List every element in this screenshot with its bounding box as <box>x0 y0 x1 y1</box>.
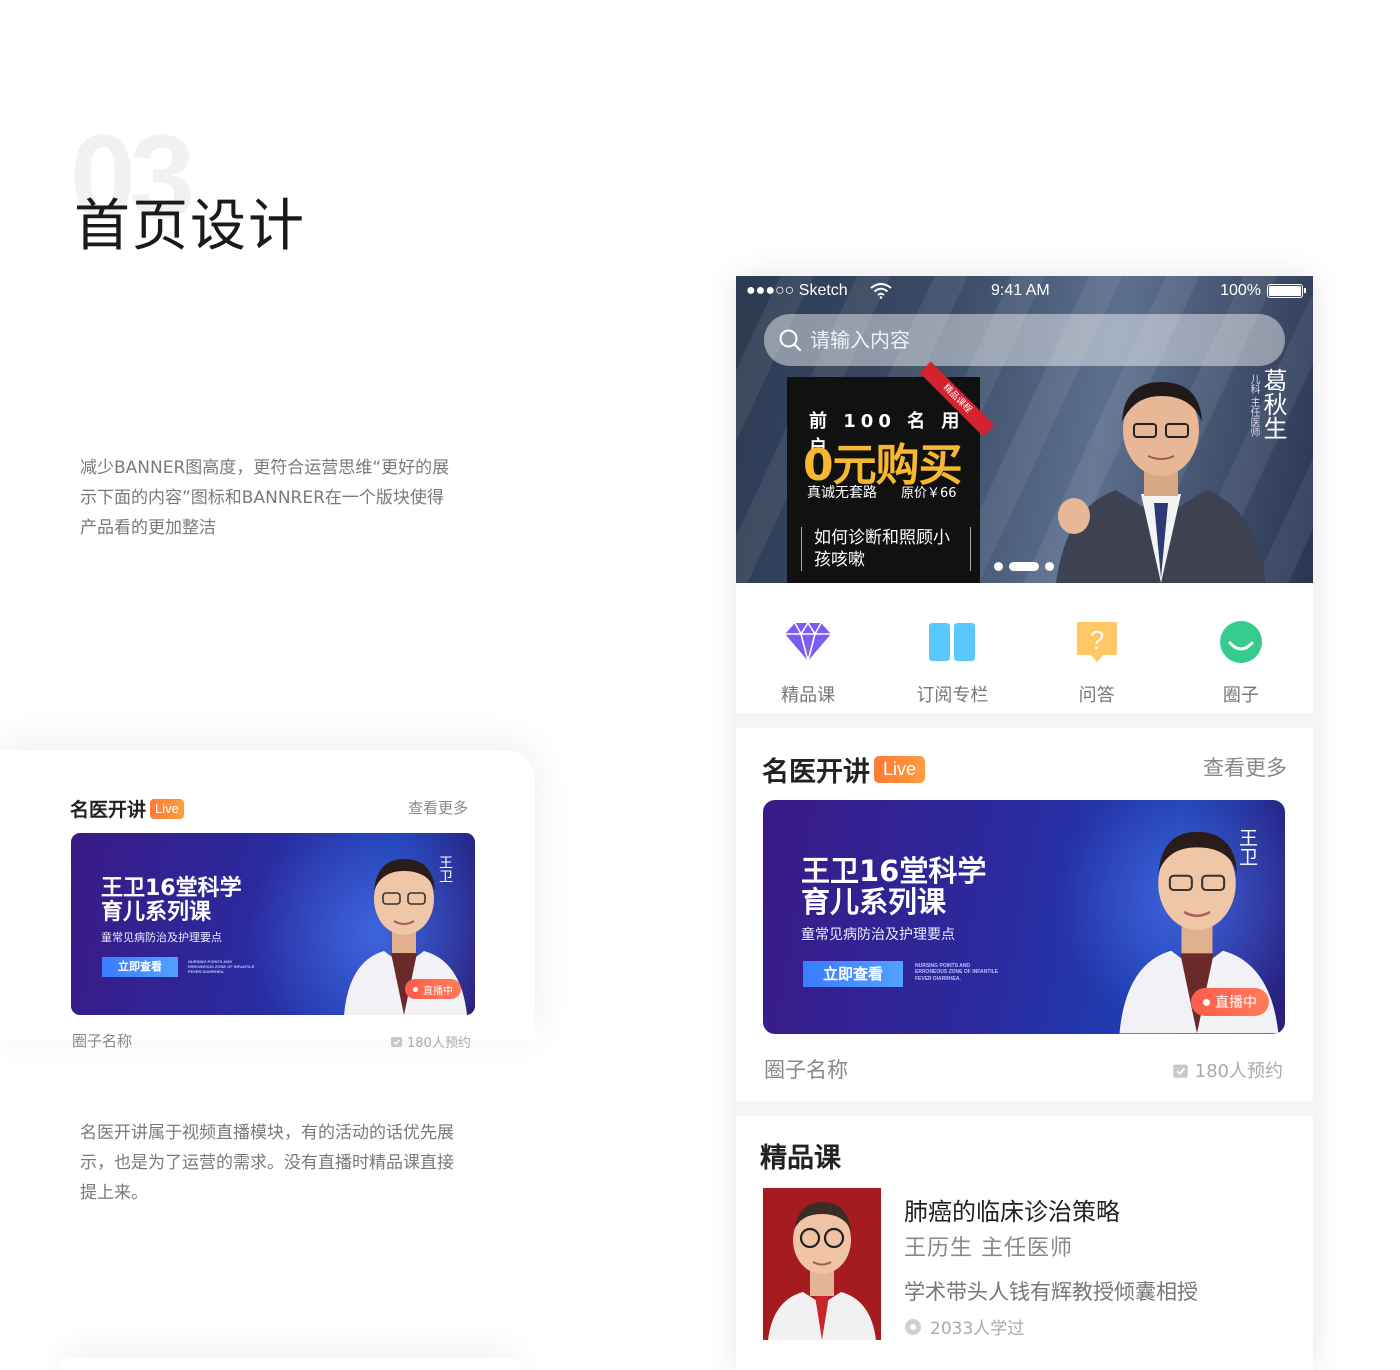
live-badge: 直播中 <box>1191 988 1269 1016</box>
hero-doctor-name: 葛秋生 <box>1259 368 1287 440</box>
entry-circle[interactable]: 圈子 <box>1169 583 1313 713</box>
banner-title-1: 王卫16堂科学 <box>801 854 987 888</box>
promo-original-price: 原价￥66 <box>901 486 957 501</box>
hero-doctor-portrait <box>1056 382 1266 583</box>
course-section-title: 精品课 <box>760 1143 841 1174</box>
svg-text:?: ? <box>1089 625 1103 655</box>
learner-label: 2033人学过 <box>930 1319 1025 1339</box>
reservation-label: 180人预约 <box>407 1036 471 1051</box>
promo-no-tricks: 真诚无套路 <box>807 485 877 501</box>
entry-label: 问答 <box>1078 685 1115 706</box>
course-lecturer: 王历生 主任医师 <box>904 1236 1073 1261</box>
calendar-icon <box>391 1037 402 1047</box>
live-dot-icon <box>1203 998 1210 1006</box>
entry-label: 订阅专栏 <box>916 685 989 706</box>
search-input[interactable] <box>810 328 1270 352</box>
live-section-header: 名医开讲 Live <box>762 750 926 789</box>
page: 03 首页设计 减少BANNER图高度，更符合运营思维“更好的展示下面的内容”图… <box>0 0 1400 1370</box>
preview-view-now-button[interactable]: 立即查看 <box>102 957 178 977</box>
entry-subscription[interactable]: 订阅专栏 <box>880 583 1024 713</box>
live-banner[interactable]: 王卫16堂科学 育儿系列课 童常见病防治及护理要点 立即查看 NURSING P… <box>763 800 1285 1034</box>
course-learner-count: 2033人学过 <box>904 1314 1024 1339</box>
entry-qa[interactable]: ? 问答 <box>1025 583 1169 713</box>
entry-label: 圈子 <box>1222 685 1259 706</box>
preview-doctor-name: 王卫 <box>437 855 453 883</box>
banner-doctor-name: 王卫 <box>1236 828 1258 866</box>
preview-section-title: 名医开讲 <box>70 799 147 821</box>
carrier-label: ●●●○○ Sketch <box>746 282 848 299</box>
preview-banner-title-1: 王卫16堂科学 <box>101 876 242 901</box>
english-line: FEVER DIARRHEA. <box>188 969 225 974</box>
banner-title-2: 育儿系列课 <box>801 885 947 919</box>
english-line: FEVER DIARRHEA. <box>915 975 961 982</box>
search-bar[interactable] <box>764 314 1285 366</box>
battery-icon <box>1267 284 1306 298</box>
preview-circle-name[interactable]: 圈子名称 <box>72 1030 132 1051</box>
live-tag: Live <box>874 756 926 783</box>
reservation-count: 180人预约 <box>1172 1057 1283 1083</box>
preview-more-link[interactable]: 查看更多 <box>408 797 468 818</box>
phone-screen: ●●●○○ Sketch 9:41 AM 100% 请输入内容 精品课程 前 1… <box>736 276 1313 1370</box>
preview-banner-title-2: 育儿系列课 <box>101 900 212 925</box>
status-time: 9:41 AM <box>991 282 1050 299</box>
entry-premium-course[interactable]: 精品课 <box>736 583 880 713</box>
wifi-icon <box>870 283 892 299</box>
live-badge-label: 直播中 <box>1215 995 1257 1011</box>
book-icon <box>927 617 977 667</box>
course-name[interactable]: 肺癌的临床诊治策略 <box>904 1192 1120 1227</box>
carousel-dot[interactable] <box>994 562 1003 571</box>
calendar-icon <box>1172 1064 1188 1078</box>
course-description: 学术带头人钱有辉教授倾囊相授 <box>904 1280 1198 1304</box>
promo-question: 如何诊断和照顾小孩咳嗽 <box>801 527 971 571</box>
lecturer-portrait <box>768 1202 876 1340</box>
hero-banner[interactable]: ●●●○○ Sketch 9:41 AM 100% 请输入内容 精品课程 前 1… <box>736 276 1313 583</box>
reservation-label: 180人预约 <box>1194 1061 1283 1082</box>
live-section-title: 名医开讲 <box>762 757 870 788</box>
preview-section-header: 名医开讲 Live <box>70 795 184 822</box>
battery-indicator: 100% <box>1220 282 1306 300</box>
diamond-icon <box>783 617 833 667</box>
promo-card[interactable]: 精品课程 前 100 名 用 户 0元购买 真诚无套路 原价￥66 如何诊断和照… <box>787 361 995 583</box>
live-section: 名医开讲 Live 查看更多 王卫16堂科学 育儿系列课 童常见病防治及护理要点… <box>736 728 1313 1101</box>
live-badge-label: 直播中 <box>423 985 453 997</box>
view-now-button[interactable]: 立即查看 <box>803 961 903 987</box>
circle-name[interactable]: 圈子名称 <box>764 1054 848 1084</box>
preview-banner-english: NURSING POINTS AND ERRONEOUS ZONE OF INF… <box>188 959 254 974</box>
banner-english: NURSING POINTS AND ERRONEOUS ZONE OF INF… <box>915 963 998 982</box>
chat-bubble-icon <box>1216 617 1266 667</box>
search-icon <box>779 329 802 352</box>
premium-course-section: 精品课 肺癌的临床诊治策略 王历生 主任医师 学术带头人钱有辉教授倾囊相授 20… <box>736 1116 1313 1370</box>
preview-banner-subtitle: 童常见病防治及护理要点 <box>101 931 222 944</box>
quick-entry-row: 精品课 订阅专栏 ? 问答 圈子 <box>736 583 1313 713</box>
entry-label: 精品课 <box>781 685 836 706</box>
carousel-dot[interactable] <box>1045 562 1054 571</box>
carousel-indicator[interactable] <box>994 562 1054 571</box>
next-card-edge <box>60 1358 520 1370</box>
preview-live-banner[interactable]: 王卫16堂科学 育儿系列课 童常见病防治及护理要点 立即查看 NURSING P… <box>71 833 475 1015</box>
live-dot-icon <box>413 986 418 992</box>
view-more-link[interactable]: 查看更多 <box>1203 752 1287 782</box>
carousel-dot-active[interactable] <box>1009 562 1039 571</box>
question-icon: ? <box>1072 617 1122 667</box>
section-title: 首页设计 <box>74 194 306 259</box>
course-thumbnail[interactable] <box>763 1188 881 1340</box>
preview-reservation-count: 180人预约 <box>390 1032 471 1051</box>
english-line: ERRONEOUS ZONE OF INFANTILE <box>915 969 999 976</box>
banner-subtitle: 童常见病防治及护理要点 <box>801 927 955 943</box>
status-bar: ●●●○○ Sketch 9:41 AM 100% <box>736 276 1313 306</box>
preview-live-badge: 直播中 <box>405 979 461 999</box>
preview-live-tag: Live <box>150 798 184 819</box>
battery-fill <box>1269 286 1301 296</box>
banner-description: 减少BANNER图高度，更符合运营思维“更好的展示下面的内容”图标和BANNRE… <box>80 458 450 538</box>
eye-icon <box>905 1318 921 1335</box>
live-description: 名医开讲属于视频直播模块，有的活动的话优先展示，也是为了运营的需求。没有直播时精… <box>80 1123 454 1203</box>
battery-label: 100% <box>1220 282 1261 299</box>
